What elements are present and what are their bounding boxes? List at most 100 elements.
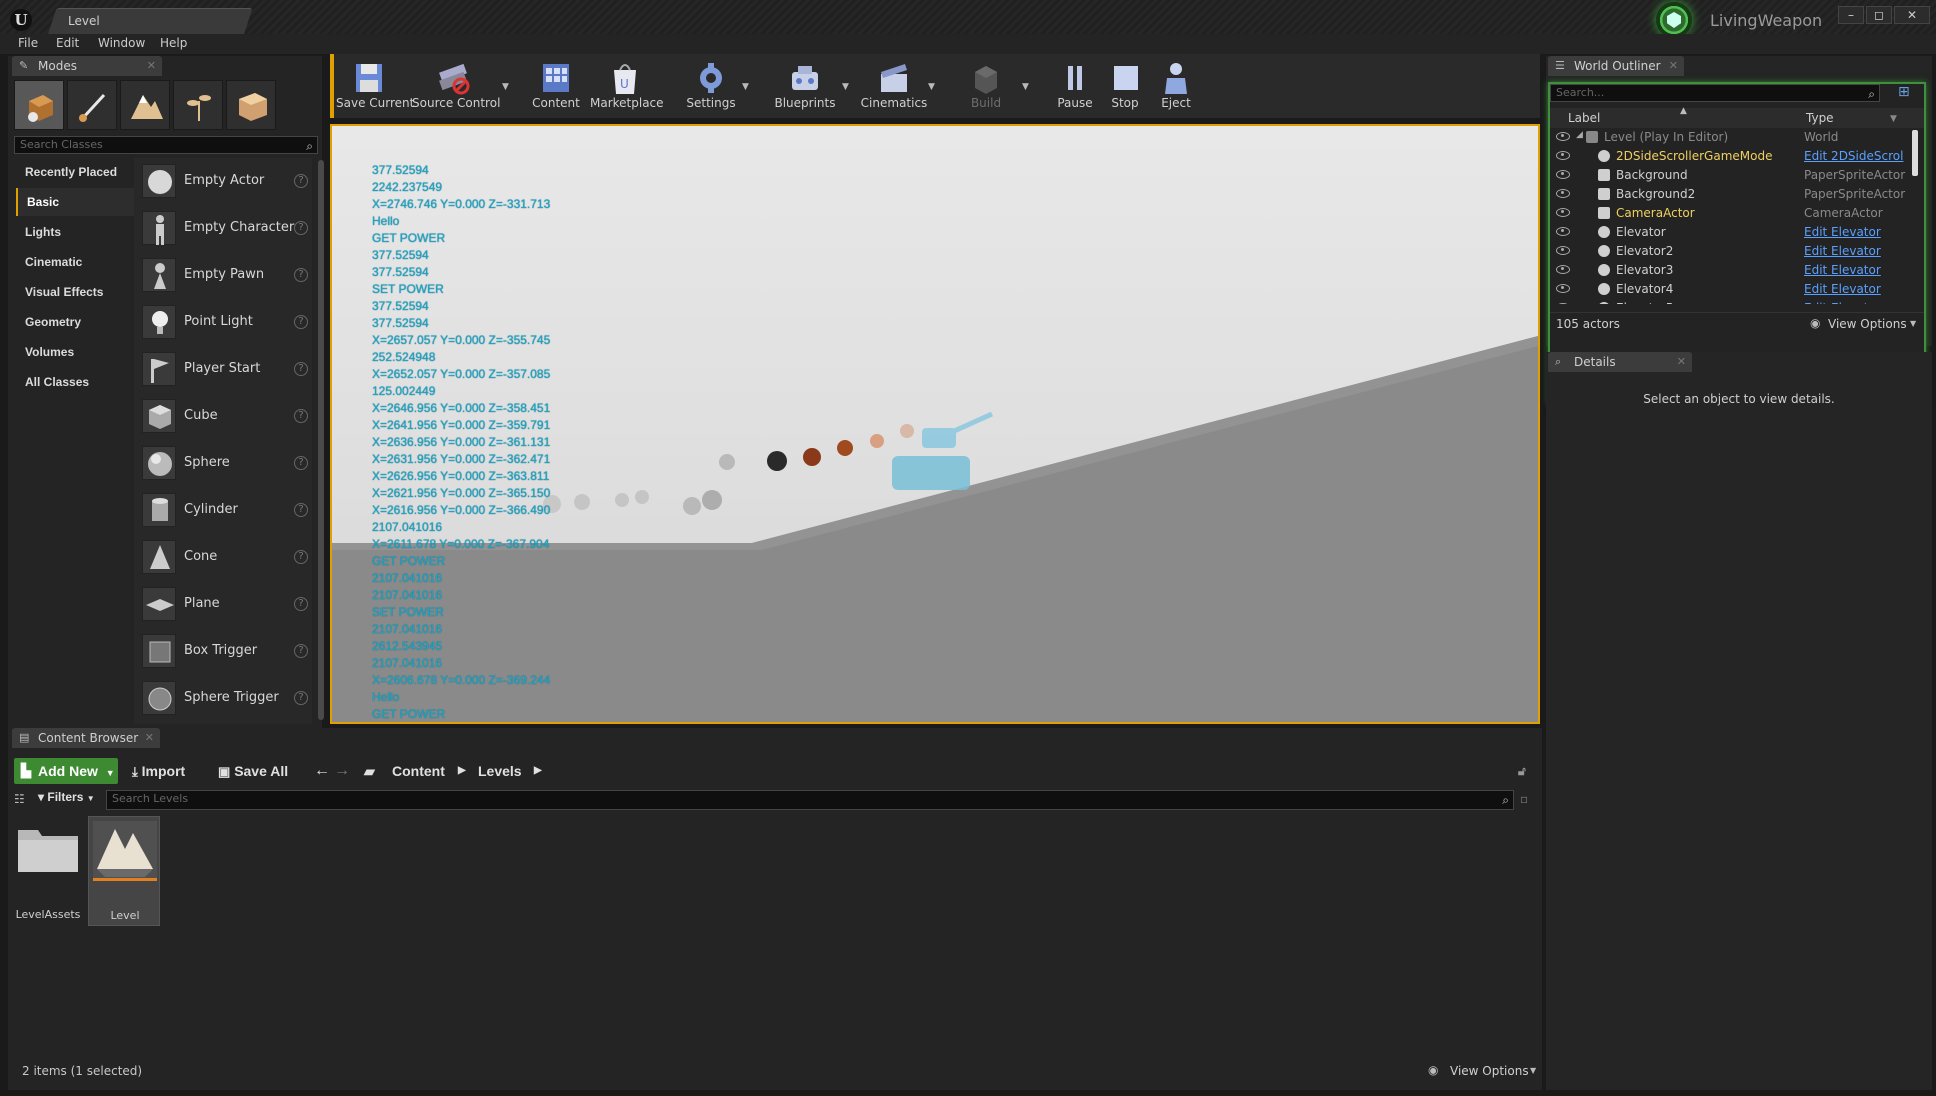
- help-icon[interactable]: ?: [294, 362, 308, 376]
- add-new-button[interactable]: ▙ Add New ▼: [14, 758, 118, 784]
- blueprints-dropdown-icon[interactable]: ▼: [842, 82, 849, 92]
- close-icon[interactable]: ✕: [1669, 56, 1678, 76]
- menu-edit[interactable]: Edit: [56, 36, 79, 50]
- settings-button[interactable]: Settings: [686, 58, 736, 116]
- help-icon[interactable]: ?: [294, 550, 308, 564]
- close-icon[interactable]: ✕: [147, 56, 156, 76]
- edit-blueprint-link[interactable]: Edit Elevator: [1804, 225, 1916, 239]
- class-item-point-light[interactable]: Point Light ?: [134, 299, 312, 346]
- asset-levelassets[interactable]: LevelAssets: [12, 816, 84, 926]
- edit-blueprint-link[interactable]: Edit Elevator: [1804, 282, 1916, 296]
- close-icon[interactable]: ✕: [1677, 352, 1686, 372]
- column-dropdown-icon[interactable]: ▼: [1890, 114, 1897, 124]
- class-item-sphere-trigger[interactable]: Sphere Trigger ?: [134, 675, 312, 722]
- outliner-row[interactable]: CameraActor CameraActor: [1554, 204, 1916, 223]
- visibility-eye-icon[interactable]: [1556, 151, 1570, 160]
- visibility-eye-icon[interactable]: [1556, 284, 1570, 293]
- help-icon[interactable]: ?: [294, 315, 308, 329]
- visibility-eye-icon[interactable]: [1556, 132, 1570, 141]
- tab-details[interactable]: ⌕ Details ✕: [1548, 352, 1692, 372]
- sources-toggle-icon[interactable]: ☷: [14, 792, 25, 806]
- visibility-eye-icon[interactable]: [1556, 189, 1570, 198]
- class-item-box-trigger[interactable]: Box Trigger ?: [134, 628, 312, 675]
- view-options-button[interactable]: View Options: [1828, 317, 1907, 331]
- category-lights[interactable]: Lights: [16, 218, 134, 246]
- filters-button[interactable]: ▾ Filters ▼: [38, 790, 95, 804]
- class-item-player-start[interactable]: Player Start ?: [134, 346, 312, 393]
- stop-button[interactable]: Stop: [1104, 58, 1146, 116]
- eject-button[interactable]: Eject: [1154, 58, 1198, 116]
- class-item-cube[interactable]: Cube ?: [134, 393, 312, 440]
- lock-icon[interactable]: 🔓︎: [1518, 758, 1526, 784]
- category-volumes[interactable]: Volumes: [16, 338, 134, 366]
- edit-blueprint-link[interactable]: Edit Elevator: [1804, 263, 1916, 277]
- blueprints-button[interactable]: Blueprints: [774, 58, 836, 116]
- help-icon[interactable]: ?: [294, 503, 308, 517]
- column-label-header[interactable]: Label: [1568, 111, 1600, 125]
- visibility-eye-icon[interactable]: [1556, 265, 1570, 274]
- visibility-eye-icon[interactable]: [1556, 170, 1570, 179]
- visibility-eye-icon[interactable]: [1556, 246, 1570, 255]
- class-item-cylinder[interactable]: Cylinder ?: [134, 487, 312, 534]
- search-icon[interactable]: ⌕: [1502, 792, 1509, 808]
- view-options-button[interactable]: View Options: [1450, 1064, 1529, 1078]
- visibility-eye-icon[interactable]: [1556, 303, 1570, 304]
- save-search-icon[interactable]: ▫: [1520, 792, 1528, 806]
- class-item-empty-character[interactable]: Empty Character ?: [134, 205, 312, 252]
- outliner-row[interactable]: Elevator5 Edit Elevator: [1554, 299, 1916, 304]
- category-basic[interactable]: Basic: [16, 188, 134, 216]
- menu-file[interactable]: File: [18, 36, 38, 50]
- class-item-sphere[interactable]: Sphere ?: [134, 440, 312, 487]
- help-icon[interactable]: ?: [294, 644, 308, 658]
- build-button[interactable]: Build: [958, 58, 1014, 116]
- category-geometry[interactable]: Geometry: [16, 308, 134, 336]
- outliner-row[interactable]: Elevator3 Edit Elevator: [1554, 261, 1916, 280]
- paint-mode-button[interactable]: [67, 80, 117, 130]
- settings-dropdown-icon[interactable]: ▼: [742, 82, 749, 92]
- build-dropdown-icon[interactable]: ▼: [1022, 82, 1029, 92]
- help-icon[interactable]: ?: [294, 691, 308, 705]
- cinematics-button[interactable]: Cinematics: [860, 58, 928, 116]
- category-visual-effects[interactable]: Visual Effects: [16, 278, 134, 306]
- breadcrumb-levels[interactable]: Levels: [478, 758, 522, 784]
- search-icon[interactable]: ⌕: [1868, 86, 1875, 102]
- cinematics-dropdown-icon[interactable]: ▼: [928, 82, 935, 92]
- close-window-button[interactable]: ✕: [1894, 6, 1930, 24]
- class-item-cone[interactable]: Cone ?: [134, 534, 312, 581]
- visibility-eye-icon[interactable]: [1556, 227, 1570, 236]
- save-current-button[interactable]: Save Current: [336, 58, 414, 116]
- add-filter-icon[interactable]: ⊞: [1898, 84, 1910, 100]
- breadcrumb-content[interactable]: Content: [392, 758, 445, 784]
- save-all-button[interactable]: ▣ Save All: [218, 758, 288, 784]
- help-icon[interactable]: ?: [294, 221, 308, 235]
- outliner-row[interactable]: Elevator2 Edit Elevator: [1554, 242, 1916, 261]
- content-button[interactable]: Content: [532, 58, 580, 116]
- menu-window[interactable]: Window: [98, 36, 145, 50]
- asset-level[interactable]: Level: [88, 816, 160, 926]
- expand-arrow-icon[interactable]: ◢: [1576, 130, 1583, 140]
- outliner-row[interactable]: Background PaperSpriteActor: [1554, 166, 1916, 185]
- pause-button[interactable]: Pause: [1052, 58, 1098, 116]
- back-arrow-icon[interactable]: ←: [314, 758, 330, 784]
- forward-arrow-icon[interactable]: →: [334, 758, 350, 784]
- search-levels-input[interactable]: Search Levels ⌕: [106, 790, 1514, 810]
- outliner-row[interactable]: Background2 PaperSpriteActor: [1554, 185, 1916, 204]
- outliner-row[interactable]: Elevator4 Edit Elevator: [1554, 280, 1916, 299]
- outliner-row[interactable]: 2DSideScrollerGameMode Edit 2DSideScrol: [1554, 147, 1916, 166]
- tab-modes[interactable]: ✎ Modes ✕: [12, 56, 162, 76]
- category-cinematic[interactable]: Cinematic: [16, 248, 134, 276]
- edit-blueprint-link[interactable]: Edit Elevator: [1804, 301, 1916, 304]
- tab-content-browser[interactable]: ▤ Content Browser ✕: [12, 728, 160, 748]
- foliage-mode-button[interactable]: [173, 80, 223, 130]
- category-recently-placed[interactable]: Recently Placed: [16, 158, 134, 186]
- marketplace-button[interactable]: U Marketplace: [590, 58, 664, 116]
- modes-scrollbar[interactable]: [318, 160, 324, 720]
- landscape-mode-button[interactable]: [120, 80, 170, 130]
- category-all-classes[interactable]: All Classes: [16, 368, 134, 396]
- unreal-logo-icon[interactable]: U: [10, 9, 32, 31]
- source-control-dropdown-icon[interactable]: ▼: [502, 82, 509, 92]
- outliner-row[interactable]: Elevator Edit Elevator: [1554, 223, 1916, 242]
- outliner-scrollbar[interactable]: [1912, 130, 1918, 176]
- maximize-button[interactable]: ◻: [1866, 6, 1892, 24]
- column-type-header[interactable]: Type: [1806, 111, 1834, 125]
